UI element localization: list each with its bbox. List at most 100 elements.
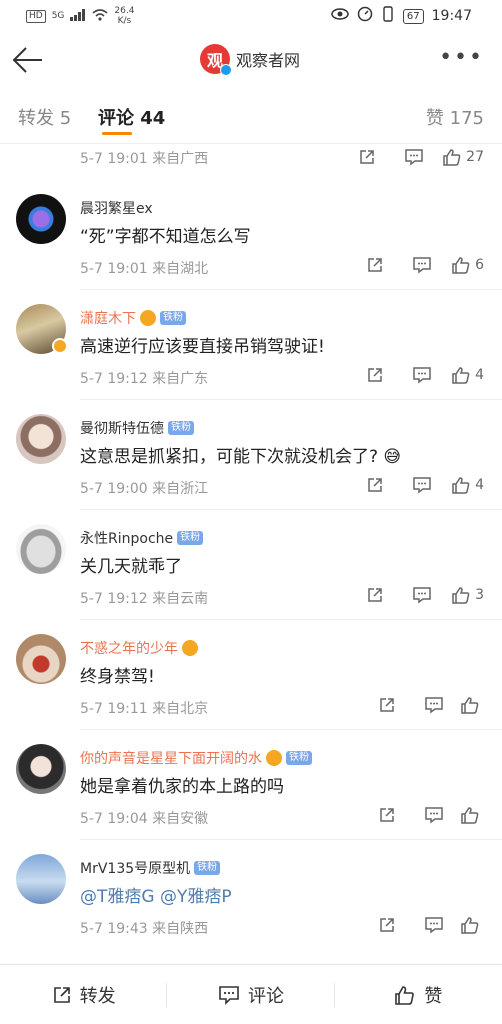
avatar[interactable] [16, 634, 66, 684]
avatar[interactable] [16, 414, 66, 464]
crown-icon [140, 310, 156, 326]
commenter-name[interactable]: 你的声音是星星下面开阔的水 [80, 748, 262, 768]
comment-icon [219, 985, 239, 1005]
share-button[interactable] [348, 802, 396, 828]
share-button[interactable] [336, 362, 384, 388]
network-type: 5G [51, 11, 65, 21]
thumbs-up-icon [452, 477, 470, 494]
avatar[interactable] [16, 524, 66, 574]
comment-header: 潇庭木下 铁粉 [80, 308, 186, 328]
comment-meta: 5-7 19:11 来自北京 [80, 701, 209, 717]
like-button[interactable]: 6 [432, 252, 484, 278]
reply-button[interactable] [376, 144, 424, 170]
vibrate-icon [381, 6, 395, 26]
like-button[interactable]: 赞 [335, 965, 502, 1024]
avatar[interactable] [16, 854, 66, 904]
tab-comment[interactable]: 评论 44 [98, 104, 165, 130]
repost-label: 转发 [79, 985, 116, 1007]
status-right: 67 19:47 [331, 6, 472, 26]
like-button[interactable]: 3 [432, 582, 484, 608]
comment-item: 晨羽繁星ex “死”字都不知道怎么写 5-7 19:01 来自湖北 6 [0, 180, 502, 290]
comment-icon [413, 477, 431, 494]
comment-icon [413, 257, 431, 274]
verified-icon [220, 64, 232, 76]
comment-icon [425, 807, 443, 824]
reply-button[interactable] [396, 692, 444, 718]
repost-button[interactable]: 转发 [0, 965, 168, 1024]
crown-icon [266, 750, 282, 766]
status-left: HD 5G 26.4 K/s [26, 6, 134, 26]
share-icon [380, 698, 394, 712]
back-arrow-icon [12, 47, 42, 73]
comment-button[interactable]: 评论 [167, 965, 335, 1024]
commenter-name[interactable]: 曼彻斯特伍德 [80, 418, 164, 438]
comment-header: MrV135号原型机 铁粉 [80, 858, 221, 878]
account-name: 观察者网 [236, 51, 301, 70]
commenter-name[interactable]: 不惑之年的少年 [80, 638, 178, 658]
back-button[interactable] [10, 44, 46, 76]
reply-button[interactable] [384, 582, 432, 608]
comment-actions [348, 802, 484, 828]
reply-button[interactable] [384, 252, 432, 278]
tab-like[interactable]: 赞 175 [426, 104, 484, 130]
reply-button[interactable] [396, 802, 444, 828]
like-button[interactable]: 4 [432, 472, 484, 498]
like-button[interactable] [444, 802, 484, 828]
commenter-name[interactable]: 晨羽繁星ex [80, 198, 153, 218]
reply-button[interactable] [384, 472, 432, 498]
comment-header: 永性Rinpoche 铁粉 [80, 528, 204, 548]
more-button[interactable]: ••• [439, 45, 484, 70]
avatar[interactable] [16, 194, 66, 244]
account-brand[interactable]: 观 观察者网 [200, 44, 301, 76]
comment-actions: 4 [336, 472, 484, 498]
thumbs-up-icon [461, 807, 479, 824]
comment-meta: 5-7 19:01 来自广西 [80, 151, 209, 167]
comment-actions: 6 [336, 252, 484, 278]
nav-bar: 观 观察者网 ••• [0, 32, 502, 88]
like-button[interactable] [444, 692, 484, 718]
more-dots-icon: ••• [439, 45, 484, 70]
tab-repost[interactable]: 转发 5 [18, 104, 71, 130]
share-icon [380, 918, 394, 932]
clock: 19:47 [431, 8, 472, 24]
share-icon [368, 368, 382, 382]
comment-icon [413, 367, 431, 384]
fan-badge: 铁粉 [168, 421, 194, 435]
commenter-name[interactable]: MrV135号原型机 [80, 858, 190, 878]
comment-item: 曼彻斯特伍德 铁粉 这意思是抓紧扣，可能下次就没机会了? 😅 5-7 19:00… [0, 400, 502, 510]
comment-icon [405, 149, 423, 166]
like-count: 4 [475, 477, 484, 493]
status-bar: HD 5G 26.4 K/s 67 19:47 [0, 0, 502, 32]
like-button[interactable]: 4 [432, 362, 484, 388]
reply-button[interactable] [396, 912, 444, 938]
comment-meta: 5-7 19:01 来自湖北 [80, 261, 209, 277]
comment-meta: 5-7 19:12 来自广东 [80, 371, 209, 387]
avatar[interactable] [16, 744, 66, 794]
comment-text: “死”字都不知道怎么写 [80, 227, 251, 247]
share-icon [360, 150, 374, 164]
share-button[interactable] [336, 252, 384, 278]
commenter-name[interactable]: 潇庭木下 [80, 308, 136, 328]
commenter-name[interactable]: 永性Rinpoche [80, 528, 173, 548]
comment-mentions[interactable]: @T雅痞G @Y雅痞P [80, 882, 232, 907]
share-button[interactable] [336, 582, 384, 608]
speed-value: 26.4 [114, 6, 135, 16]
thumbs-up-icon [452, 257, 470, 274]
like-button[interactable] [444, 912, 484, 938]
comment-actions: 27 [328, 144, 484, 170]
comment-text: 终身禁驾! [80, 667, 155, 687]
share-button[interactable] [336, 472, 384, 498]
thumbs-up-icon [461, 917, 479, 934]
like-label: 赞 [424, 985, 443, 1007]
wifi-icon [92, 8, 108, 24]
fan-badge: 铁粉 [177, 531, 204, 545]
fan-badge: 铁粉 [286, 751, 312, 765]
share-icon [368, 258, 382, 272]
reply-button[interactable] [384, 362, 432, 388]
share-button[interactable] [348, 912, 396, 938]
verified-badge-icon [52, 338, 68, 354]
like-button[interactable]: 27 [424, 144, 484, 170]
share-button[interactable] [328, 144, 376, 170]
thumbs-up-icon [461, 697, 479, 714]
share-button[interactable] [348, 692, 396, 718]
